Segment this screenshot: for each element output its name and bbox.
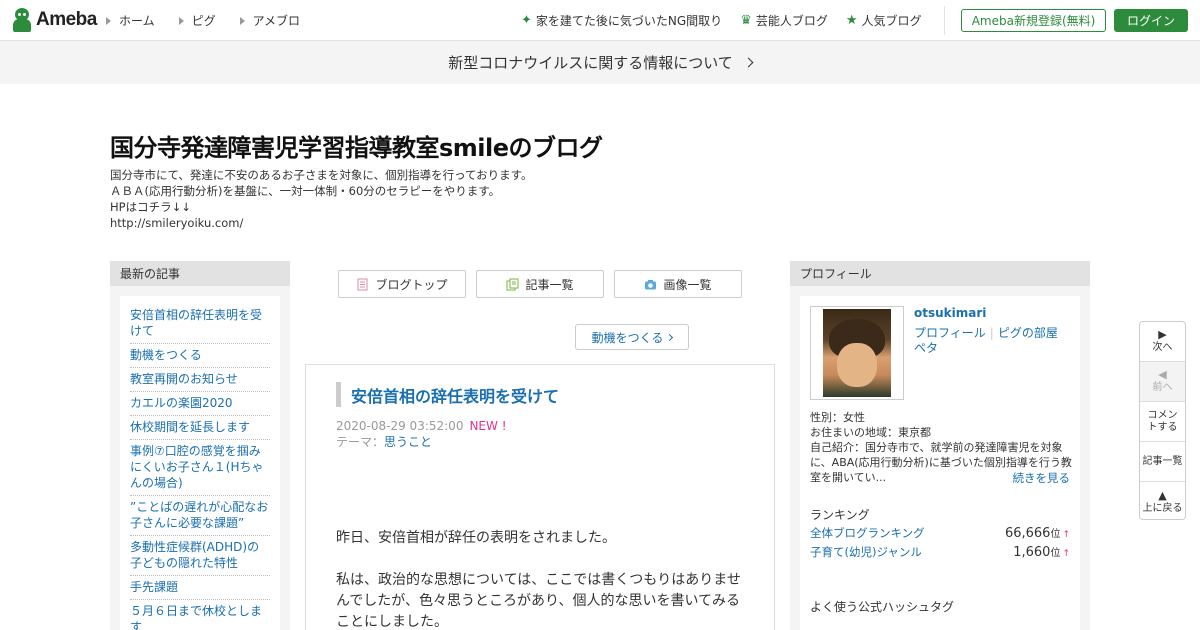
- caret-right-icon: [106, 16, 111, 25]
- covid-notice-link[interactable]: 新型コロナウイルスに関する情報について: [0, 41, 1200, 84]
- link-celebrity-blog[interactable]: ♛ 芸能人ブログ: [740, 12, 828, 29]
- chevron-right-icon: [743, 57, 754, 68]
- notice-text: 新型コロナウイルスに関する情報について: [448, 54, 733, 72]
- profile-avatar[interactable]: [810, 306, 904, 400]
- ranking-row: 全体ブログランキング 66,666位 ↑: [810, 525, 1070, 541]
- camera-icon: [645, 279, 657, 289]
- recent-post-link[interactable]: 事例⑦口腔の感覚を掴みにくいお子さん１(Hちゃんの場合): [130, 440, 270, 496]
- blog-title[interactable]: 国分寺発達障害児学習指導教室smileのブログ: [110, 128, 603, 163]
- ameba-logo[interactable]: Ameba: [12, 8, 97, 32]
- left-sidebar: 最新の記事 安倍首相の辞任表明を受けて 動機をつくる 教室再開のお知らせ カエル…: [110, 261, 290, 630]
- play-icon: ▶: [1158, 328, 1167, 341]
- tab-blog-top[interactable]: ブログトップ: [338, 270, 466, 298]
- login-button[interactable]: ログイン: [1114, 9, 1188, 32]
- header-links: ✦ 家を建てた後に気づいたNG間取り ♛ 芸能人ブログ ★ 人気ブログ: [521, 12, 940, 29]
- tab-image-list[interactable]: 画像一覧: [614, 270, 742, 298]
- recent-post-link[interactable]: 手先課題: [130, 576, 270, 600]
- peta-link[interactable]: ペタ: [914, 341, 938, 355]
- nav-home[interactable]: ホーム: [106, 12, 155, 29]
- recent-post-link[interactable]: ５月６日まで休校とします: [130, 600, 270, 630]
- caret-right-icon: [178, 16, 184, 25]
- profile-area: お住まいの地域：東京都: [810, 426, 931, 439]
- back-to-top-button[interactable]: ▲ 上に戻る: [1140, 482, 1185, 519]
- article-theme-link[interactable]: 思うこと: [384, 435, 432, 449]
- article-body: 昨日、安倍首相が辞任の表明をされました。 私は、政治的な思想については、ここでは…: [336, 528, 746, 630]
- global-nav: ホーム ピグ アメブロ: [106, 12, 324, 29]
- caret-right-icon: [239, 16, 245, 25]
- recent-post-link[interactable]: 教室再開のお知らせ: [130, 368, 270, 392]
- pigg-room-link[interactable]: ピグの部屋: [998, 326, 1058, 340]
- ranking-value: 66,666: [1004, 526, 1051, 541]
- ranking-heading: ランキング: [810, 508, 870, 522]
- article: 安倍首相の辞任表明を受けて 2020-08-29 03:52:00 NEW ! テ…: [305, 364, 775, 630]
- trend-up-icon: ↑: [1062, 549, 1070, 559]
- theme-label: テーマ：: [336, 435, 385, 449]
- profile-heading: プロフィール: [790, 261, 1090, 286]
- read-more-link[interactable]: 続きを見る: [1013, 470, 1071, 486]
- article-paragraph: 昨日、安倍首相が辞任の表明をされました。: [336, 530, 616, 546]
- back-icon: ◀: [1158, 368, 1167, 381]
- star-icon: ★: [845, 13, 858, 28]
- nav-pigg[interactable]: ピグ: [178, 12, 216, 29]
- arrow-up-icon: ▲: [1158, 488, 1167, 502]
- recent-post-link[interactable]: 休校期間を延長します: [130, 416, 270, 440]
- blog-desc-line: HPはコチラ↓↓: [110, 200, 191, 214]
- article-meta: 2020-08-29 03:52:00 NEW ! テーマ：思うこと: [336, 418, 507, 450]
- next-button[interactable]: ▶ 次へ: [1140, 322, 1185, 362]
- profile-card: otsukimari プロフィール | ピグの部屋 ペタ 性別：女性 お住まいの地域…: [800, 296, 1080, 630]
- hashtag-heading: よく使う公式ハッシュタグ: [810, 600, 955, 614]
- global-header: Ameba ホーム ピグ アメブロ ✦ 家を建てた後に気づいたNG間取り ♛ 芸能人…: [0, 0, 1200, 41]
- crown-icon: ♛: [740, 13, 752, 28]
- article-list-button[interactable]: 記事一覧: [1140, 442, 1185, 482]
- blog-description: 国分寺市にて、発達に不安のあるお子さまを対象に、個別指導を行っております。 ＡＢ…: [110, 167, 533, 231]
- recent-post-link[interactable]: 多動性症候群(ADHD)の子どもの隠れた特性: [130, 536, 270, 576]
- new-badge: NEW !: [469, 419, 507, 433]
- sparkle-icon: ✦: [521, 13, 532, 28]
- link-ng-madori[interactable]: ✦ 家を建てた後に気づいたNG間取り: [521, 12, 722, 29]
- ranking-label[interactable]: 全体ブログランキング: [810, 525, 925, 541]
- recent-post-link[interactable]: 安倍首相の辞任表明を受けて: [130, 304, 270, 344]
- right-sidebar: プロフィール otsukimari プロフィール | ピグの部屋 ペタ 性別：女性 …: [790, 261, 1090, 630]
- ranking-row: 子育て(幼児)ジャンル 1,660位 ↑: [810, 544, 1070, 560]
- theme-post-button[interactable]: 動機をつくる: [575, 324, 689, 350]
- blog-desc-line: http://smileryoiku.com/: [110, 216, 244, 230]
- link-popular-blog[interactable]: ★ 人気ブログ: [846, 12, 922, 29]
- recent-post-link[interactable]: カエルの楽園2020: [130, 392, 270, 416]
- nav-ameblo[interactable]: アメブロ: [239, 12, 300, 29]
- copy-icon: [506, 278, 519, 290]
- header-divider: [944, 6, 945, 35]
- article-date: 2020-08-29 03:52:00: [336, 419, 464, 433]
- chevron-right-icon: [666, 333, 674, 341]
- blog-desc-line: 国分寺市にて、発達に不安のあるお子さまを対象に、個別指導を行っております。: [110, 168, 533, 182]
- blog-tabs: ブログトップ 記事一覧 画像一覧: [338, 270, 742, 298]
- article-paragraph: 私は、政治的な思想については、ここでは書くつもりはありませんでしたが、色々思うと…: [336, 572, 741, 630]
- recent-post-link[interactable]: 動機をつくる: [130, 344, 270, 368]
- trend-up-icon: ↑: [1062, 530, 1070, 540]
- document-icon: [357, 278, 368, 290]
- comment-button[interactable]: コメントする: [1140, 402, 1185, 442]
- profile-link[interactable]: プロフィール: [914, 326, 986, 340]
- recent-posts-heading: 最新の記事: [110, 261, 290, 286]
- recent-post-link[interactable]: ”ことばの遅れが心配なお子さんに必要な課題”: [130, 496, 270, 536]
- register-button[interactable]: Ameba新規登録(無料): [961, 9, 1106, 32]
- recent-posts-list: 安倍首相の辞任表明を受けて 動機をつくる 教室再開のお知らせ カエルの楽園202…: [120, 296, 280, 630]
- tab-article-list[interactable]: 記事一覧: [476, 270, 604, 298]
- profile-links: プロフィール | ピグの部屋 ペタ: [914, 326, 1058, 355]
- profile-gender: 性別：女性: [810, 411, 865, 424]
- logo-text: Ameba: [36, 9, 97, 30]
- ameba-logo-icon: [12, 8, 32, 32]
- ranking-value: 1,660: [1013, 545, 1051, 560]
- blog-desc-line: ＡＢＡ(応用行動分析)を基盤に、一対一体制・60分のセラピーをやります。: [110, 184, 501, 198]
- ranking-label[interactable]: 子育て(幼児)ジャンル: [810, 544, 922, 560]
- article-title[interactable]: 安倍首相の辞任表明を受けて: [336, 382, 559, 407]
- floating-nav: ▶ 次へ ◀ 前へ コメントする 記事一覧 ▲ 上に戻る: [1139, 321, 1186, 520]
- prev-button: ◀ 前へ: [1140, 362, 1185, 402]
- profile-name[interactable]: otsukimari: [914, 306, 986, 320]
